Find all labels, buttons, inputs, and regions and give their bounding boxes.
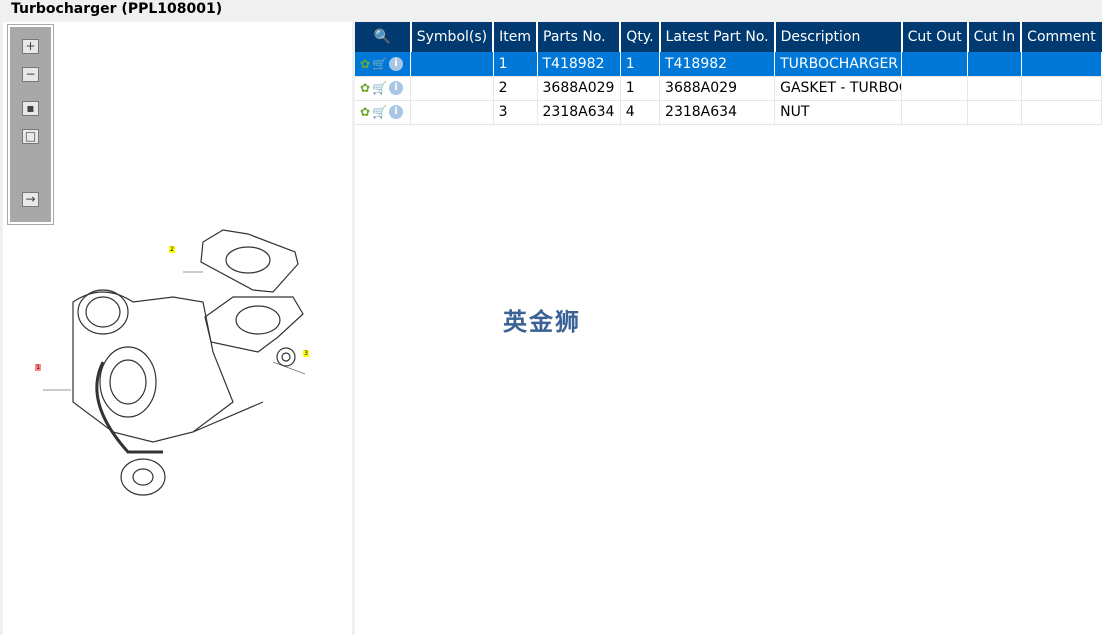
column-header-latest-part-no[interactable]: Latest Part No.: [659, 22, 776, 52]
search-view-icon: 🔍: [373, 29, 392, 45]
info-icon[interactable]: i: [389, 56, 404, 71]
cell-parts-no: 2318A634: [537, 100, 621, 125]
cell-cut-in: [967, 100, 1022, 125]
column-header-symbols[interactable]: Symbol(s): [410, 22, 495, 52]
gear-icon[interactable]: ✿: [360, 81, 370, 95]
cell-qty: 4: [620, 100, 661, 125]
column-header-cut-in[interactable]: Cut In: [967, 22, 1023, 52]
cell-comment: [1021, 76, 1102, 101]
cell-cut-in: [967, 52, 1022, 77]
info-icon[interactable]: i: [389, 105, 404, 119]
table-row[interactable]: ✿ 🛒 i 3 2318A634 4 2318A634 NUT: [355, 100, 1102, 125]
column-header-actions[interactable]: 🔍: [355, 22, 412, 52]
watermark: 英金狮: [503, 308, 581, 336]
diagram-panel: + − ▪ □ → 2 1 3: [3, 22, 352, 635]
cell-comment: [1021, 52, 1102, 77]
cell-latest-part-no: 3688A029: [659, 76, 776, 101]
column-header-description[interactable]: Description: [774, 22, 903, 52]
cart-icon[interactable]: 🛒: [372, 57, 387, 71]
fit-window-button[interactable]: □: [22, 129, 39, 144]
table-row[interactable]: ✿ 🛒 i 1 T418982 1 T418982 TURBOCHARGER: [355, 52, 1102, 77]
cell-latest-part-no: 2318A634: [659, 100, 776, 125]
column-header-parts-no[interactable]: Parts No.: [537, 22, 622, 52]
cell-item: 1: [493, 52, 538, 77]
column-header-comment[interactable]: Comment: [1021, 22, 1102, 52]
callout-1[interactable]: 1: [35, 364, 41, 371]
cell-description: TURBOCHARGER: [774, 52, 903, 77]
cell-symbols: [410, 76, 494, 101]
cell-item: 2: [493, 76, 538, 101]
gear-icon[interactable]: ✿: [360, 105, 370, 119]
cart-icon[interactable]: 🛒: [372, 105, 387, 119]
cell-latest-part-no: T418982: [659, 52, 776, 77]
info-icon[interactable]: i: [389, 81, 404, 95]
cell-item: 3: [493, 100, 538, 125]
fit-all-button[interactable]: ▪: [22, 101, 39, 116]
cell-description: GASKET - TURBOC: [774, 76, 903, 101]
cell-cut-in: [967, 76, 1022, 101]
parts-table: 🔍 Symbol(s) Item Parts No. Qty. Latest P…: [355, 22, 1102, 125]
cell-qty: 1: [620, 52, 661, 77]
page-title: Turbocharger (PPL108001): [11, 1, 223, 17]
cell-cut-out: [901, 76, 969, 101]
gear-icon[interactable]: ✿: [360, 57, 370, 71]
zoom-in-button[interactable]: +: [22, 39, 39, 54]
cell-cut-out: [901, 100, 969, 125]
column-header-item[interactable]: Item: [493, 22, 538, 52]
callout-2[interactable]: 2: [169, 246, 175, 253]
cell-comment: [1021, 100, 1102, 125]
cell-qty: 1: [620, 76, 661, 101]
cell-parts-no: T418982: [537, 52, 621, 77]
parts-panel: 🔍 Symbol(s) Item Parts No. Qty. Latest P…: [355, 22, 1102, 635]
table-row[interactable]: ✿ 🛒 i 2 3688A029 1 3688A029 GASKET - TURBO…: [355, 76, 1102, 101]
cell-symbols: [410, 100, 494, 125]
column-header-qty[interactable]: Qty.: [620, 22, 661, 52]
cell-symbols: [410, 52, 494, 77]
diagram-toolbar: + − ▪ □ →: [7, 24, 54, 225]
callout-3[interactable]: 3: [303, 350, 309, 357]
column-header-cut-out[interactable]: Cut Out: [901, 22, 969, 52]
cell-description: NUT: [774, 100, 903, 125]
cell-cut-out: [901, 52, 969, 77]
cart-icon[interactable]: 🛒: [372, 81, 387, 95]
zoom-out-button[interactable]: −: [22, 67, 39, 82]
cell-parts-no: 3688A029: [537, 76, 621, 101]
turbocharger-drawing: [43, 229, 306, 496]
